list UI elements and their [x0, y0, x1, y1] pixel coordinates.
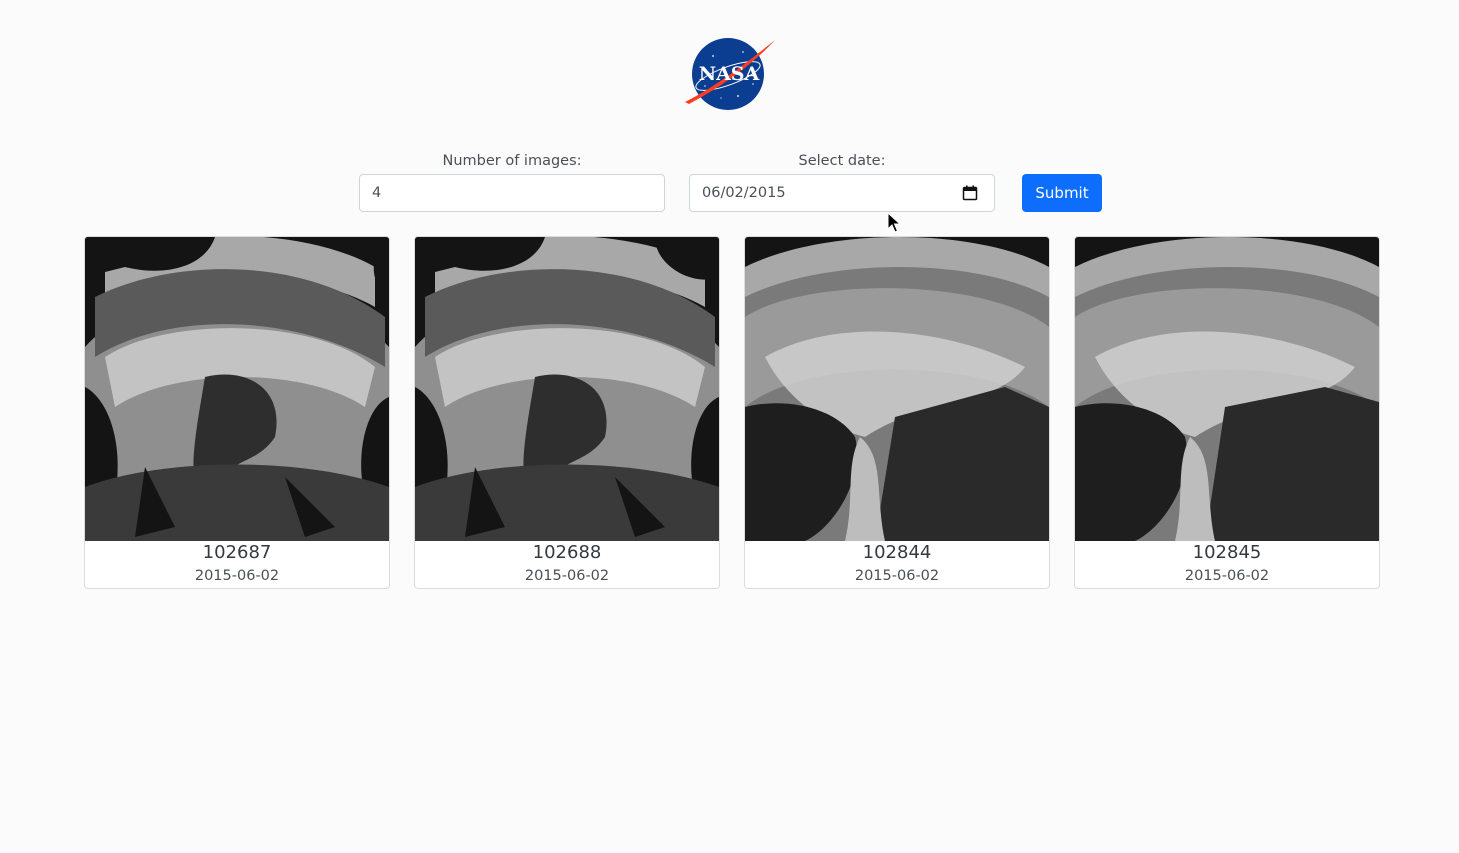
page: NASA Number of images: 4 Select date: 06… — [0, 0, 1459, 853]
photo-id: 102845 — [1192, 542, 1262, 563]
photo-card[interactable]: 102844 2015-06-02 — [744, 236, 1050, 589]
date-group: Select date: 06/02/2015 — [689, 150, 995, 212]
nasa-logo: NASA — [685, 38, 775, 110]
submit-button[interactable]: Submit — [1022, 174, 1102, 212]
image-count-label: Number of images: — [442, 153, 582, 169]
date-input[interactable]: 06/02/2015 — [689, 174, 995, 212]
mouse-cursor-icon — [887, 212, 901, 233]
photo-id: 102688 — [532, 542, 602, 563]
rover-photo — [85, 237, 389, 541]
photo-date: 2015-06-02 — [854, 568, 940, 584]
photo-id: 102844 — [862, 542, 932, 563]
photo-id: 102687 — [202, 542, 272, 563]
date-value: 06/02/2015 — [702, 185, 786, 201]
photo-card[interactable]: 102688 2015-06-02 — [414, 236, 720, 589]
rover-photo — [745, 237, 1049, 541]
rover-photo — [415, 237, 719, 541]
image-count-input[interactable]: 4 — [359, 174, 665, 212]
photo-card[interactable]: 102687 2015-06-02 — [84, 236, 390, 589]
photo-date: 2015-06-02 — [524, 568, 610, 584]
nasa-logo-text: NASA — [699, 63, 760, 85]
photo-date: 2015-06-02 — [194, 568, 280, 584]
image-count-group: Number of images: 4 — [359, 150, 665, 212]
date-label: Select date: — [798, 153, 886, 169]
photo-date: 2015-06-02 — [1184, 568, 1270, 584]
calendar-icon[interactable] — [962, 185, 978, 201]
photo-card[interactable]: 102845 2015-06-02 — [1074, 236, 1380, 589]
rover-photo — [1075, 237, 1379, 541]
